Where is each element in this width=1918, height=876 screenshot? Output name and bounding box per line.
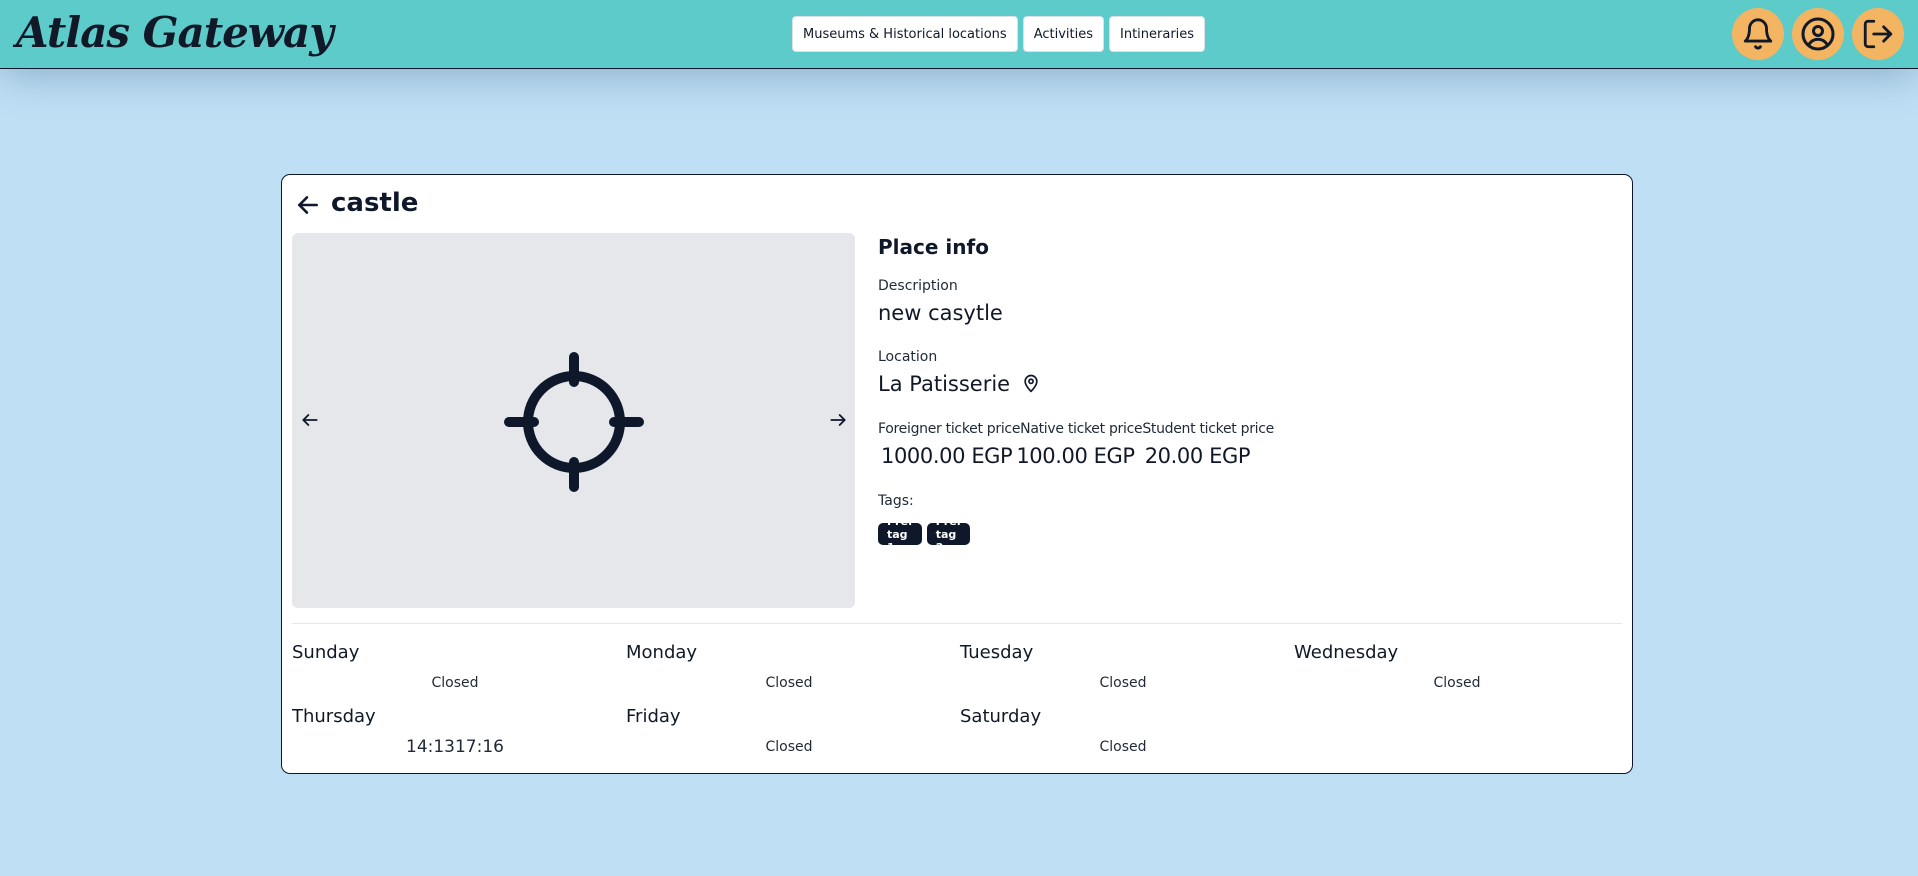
description-value: new casytle: [878, 301, 1003, 325]
nav-activities-button[interactable]: Activities: [1022, 16, 1104, 52]
location-label: Location: [878, 349, 938, 365]
section-divider: [292, 623, 1622, 624]
ticket-price-labels: Foreigner ticket priceNative ticket pric…: [878, 421, 1274, 437]
day-status: 14:1317:16: [406, 737, 504, 757]
day-status: Closed: [431, 675, 479, 691]
day-status: Closed: [765, 739, 813, 755]
day-status: Closed: [1099, 675, 1147, 691]
profile-button[interactable]: [1792, 8, 1844, 60]
day-name: Wednesday: [1294, 642, 1399, 663]
foreigner-price-value: 1000.00 EGP: [881, 444, 1013, 468]
bell-icon: [1743, 18, 1773, 50]
tags-list: Pref tag 1 Pref tag 2: [878, 515, 971, 554]
day-name: Monday: [626, 642, 698, 663]
tag-badge[interactable]: Pref tag 1: [878, 515, 922, 554]
carousel-next-icon[interactable]: [828, 410, 848, 430]
day-status: Closed: [1099, 739, 1147, 755]
foreigner-price-label: Foreigner ticket price: [878, 421, 1021, 437]
main-nav: Museums & Historical locations Activitie…: [792, 16, 1206, 52]
map-pin-icon[interactable]: [1021, 373, 1041, 393]
native-price-value: 100.00 EGP: [1016, 444, 1135, 468]
back-arrow-icon[interactable]: [295, 192, 321, 218]
notifications-button[interactable]: [1732, 8, 1784, 60]
hours-friday: Friday Closed: [626, 706, 960, 766]
logout-button[interactable]: [1852, 8, 1904, 60]
day-name: Tuesday: [960, 642, 1034, 663]
nav-museums-button[interactable]: Museums & Historical locations: [792, 16, 1018, 52]
carousel-prev-icon[interactable]: [300, 410, 320, 430]
location-value: La Patisserie: [878, 372, 1041, 396]
day-status: Closed: [1433, 675, 1481, 691]
place-title: castle: [331, 188, 419, 218]
description-label: Description: [878, 278, 958, 294]
hours-thursday: Thursday 14:1317:16: [292, 706, 626, 766]
logout-icon: [1863, 19, 1893, 49]
student-price-label: Student ticket price: [1142, 421, 1274, 437]
hours-tuesday: Tuesday Closed: [960, 642, 1294, 702]
image-carousel: [292, 233, 855, 608]
day-name: Thursday: [292, 706, 376, 727]
day-name: Sunday: [292, 642, 360, 663]
native-price-label: Native ticket price: [1020, 421, 1143, 437]
hours-saturday: Saturday Closed: [960, 706, 1294, 766]
image-placeholder-icon: [504, 352, 644, 492]
ticket-price-values: 1000.00 EGP 100.00 EGP 20.00 EGP: [881, 444, 1251, 468]
day-name: Saturday: [960, 706, 1042, 727]
top-navbar: Atlas Gateway Museums & Historical locat…: [0, 0, 1918, 69]
tag-badge[interactable]: Pref tag 2: [926, 515, 971, 554]
tags-label: Tags:: [878, 493, 914, 509]
hours-wednesday: Wednesday Closed: [1294, 642, 1628, 702]
student-price-value: 20.00 EGP: [1144, 444, 1251, 468]
day-status: Closed: [765, 675, 813, 691]
app-logo[interactable]: Atlas Gateway: [16, 8, 334, 57]
hours-monday: Monday Closed: [626, 642, 960, 702]
hours-sunday: Sunday Closed: [292, 642, 626, 702]
place-info-heading: Place info: [878, 235, 989, 259]
place-details-card: castle Place info Description new casytl…: [281, 174, 1633, 774]
location-text: La Patisserie: [878, 372, 1011, 396]
nav-itineraries-button[interactable]: Intineraries: [1109, 16, 1206, 52]
user-circle-icon: [1801, 17, 1835, 51]
day-name: Friday: [626, 706, 681, 727]
